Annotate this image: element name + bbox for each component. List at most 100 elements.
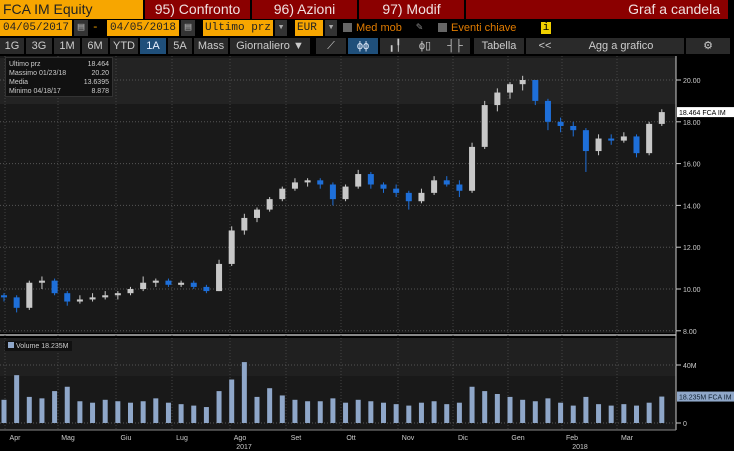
year-label: 2018 (572, 444, 588, 451)
y-tick-label: 18.00 (683, 120, 701, 127)
candle (380, 184, 387, 189)
candle (481, 105, 488, 147)
volume-bar (165, 402, 171, 423)
volume-bar (456, 402, 462, 423)
legend-label: Ultimo prz (9, 61, 41, 68)
moving-avg-checkbox[interactable] (343, 23, 352, 32)
candle (304, 180, 311, 183)
volume-legend: Volume 18.235M (5, 341, 72, 351)
candle (582, 130, 589, 152)
settings-button[interactable]: ⚙ (686, 38, 730, 54)
volume-bar (203, 407, 209, 423)
volume-bar (229, 379, 235, 423)
volume-bar (292, 399, 298, 423)
modify-menu[interactable]: 97) Modif (359, 0, 464, 19)
candle (342, 186, 349, 200)
year-label: 2017 (236, 444, 252, 451)
volume-swatch (8, 342, 14, 348)
candle (393, 188, 400, 193)
volume-bar (418, 402, 424, 423)
x-tick-label: Dic (458, 435, 469, 442)
legend-label: Media (9, 79, 29, 86)
legend-row: Ultimo prz 18.464 (9, 60, 109, 69)
x-tick-label: Lug (176, 435, 188, 442)
x-tick-label: Mag (61, 435, 75, 442)
field-select[interactable]: Ultimo prz (203, 20, 273, 36)
end-date-input[interactable]: 04/05/2018 (107, 20, 179, 36)
candle (317, 180, 324, 185)
calendar-icon[interactable]: ▤ (181, 20, 195, 36)
period-1m[interactable]: 1M (54, 38, 80, 54)
x-tick-label: Ott (346, 435, 355, 442)
y-tick-label: 14.00 (683, 203, 701, 210)
chevron-down-icon[interactable]: ▾ (325, 20, 337, 36)
table-button[interactable]: Tabella (474, 38, 524, 54)
chart-type-title: Graf a candela (466, 0, 728, 19)
key-events-checkbox[interactable] (438, 23, 447, 32)
line-chart-icon[interactable]: ⟋ (316, 38, 346, 54)
hilo-chart-icon[interactable]: ┤├ (440, 38, 470, 54)
volume-bar (608, 405, 614, 423)
candle (620, 136, 627, 141)
candle (405, 192, 412, 202)
pencil-icon[interactable]: ✎ (416, 20, 423, 36)
last-price-label: 18.464 FCA IM (679, 110, 726, 117)
candle (165, 280, 172, 285)
period-ytd[interactable]: YTD (110, 38, 138, 54)
volume-bar (381, 402, 386, 423)
volume-bar (115, 401, 121, 423)
volume-bar (241, 362, 247, 423)
candle (38, 280, 45, 283)
candle (633, 136, 640, 154)
x-tick-label: Giu (121, 435, 132, 442)
candle-chart-icon[interactable]: ϕϕ (348, 38, 378, 54)
candle (279, 188, 286, 200)
actions-menu[interactable]: 96) Azioni (252, 0, 357, 19)
ohlc-chart-icon[interactable]: ϕ▯ (410, 38, 440, 54)
volume-bar (77, 401, 83, 423)
y-tick-label: 20.00 (683, 78, 701, 85)
period-3g[interactable]: 3G (26, 38, 52, 54)
candle (51, 280, 58, 294)
bar-chart-icon[interactable]: ╻╿ (380, 38, 410, 54)
ticker-field[interactable]: FCA IM Equity (0, 0, 143, 19)
add-to-chart-button[interactable]: Agg a grafico (558, 38, 684, 54)
x-tick-label: Nov (402, 435, 415, 442)
volume-bar (646, 402, 652, 423)
candle (76, 299, 83, 302)
volume-bar (330, 398, 336, 423)
candle (1, 295, 7, 298)
y-tick-label: 12.00 (683, 245, 701, 252)
period-5a[interactable]: 5A (168, 38, 192, 54)
candle (658, 112, 665, 124)
period-6m[interactable]: 6M (82, 38, 108, 54)
volume-bar (659, 396, 665, 423)
volume-bar (305, 401, 311, 423)
legend-value: 18.464 (87, 61, 109, 68)
volume-bar (128, 402, 133, 423)
volume-bar (596, 404, 602, 423)
frequency-select[interactable]: Giornaliero ▼ (230, 38, 310, 54)
period-1a[interactable]: 1A (140, 38, 166, 54)
key-events-label: Eventi chiave (451, 22, 517, 34)
volume-bar (368, 401, 374, 423)
currency-select[interactable]: EUR (295, 20, 323, 36)
moving-avg-label: Med mob (356, 22, 402, 34)
candle (203, 286, 210, 292)
calendar-icon[interactable]: ▤ (74, 20, 88, 36)
chevron-down-icon[interactable]: ▾ (275, 20, 287, 36)
info-icon[interactable]: i (541, 22, 551, 34)
candle (355, 174, 362, 187)
candle (595, 138, 602, 152)
legend-value: 20.20 (91, 70, 109, 77)
x-tick-label: Ago (234, 435, 247, 442)
volume-bar (1, 399, 7, 423)
candle (190, 282, 197, 287)
compare-menu[interactable]: 95) Confronto (145, 0, 250, 19)
period-1g[interactable]: 1G (0, 38, 24, 54)
volume-legend-label: Volume 18.235M (15, 343, 69, 350)
candle (532, 80, 539, 101)
volume-bar (343, 402, 349, 423)
start-date-input[interactable]: 04/05/2017 (0, 20, 72, 36)
period-mass[interactable]: Mass (194, 38, 228, 54)
